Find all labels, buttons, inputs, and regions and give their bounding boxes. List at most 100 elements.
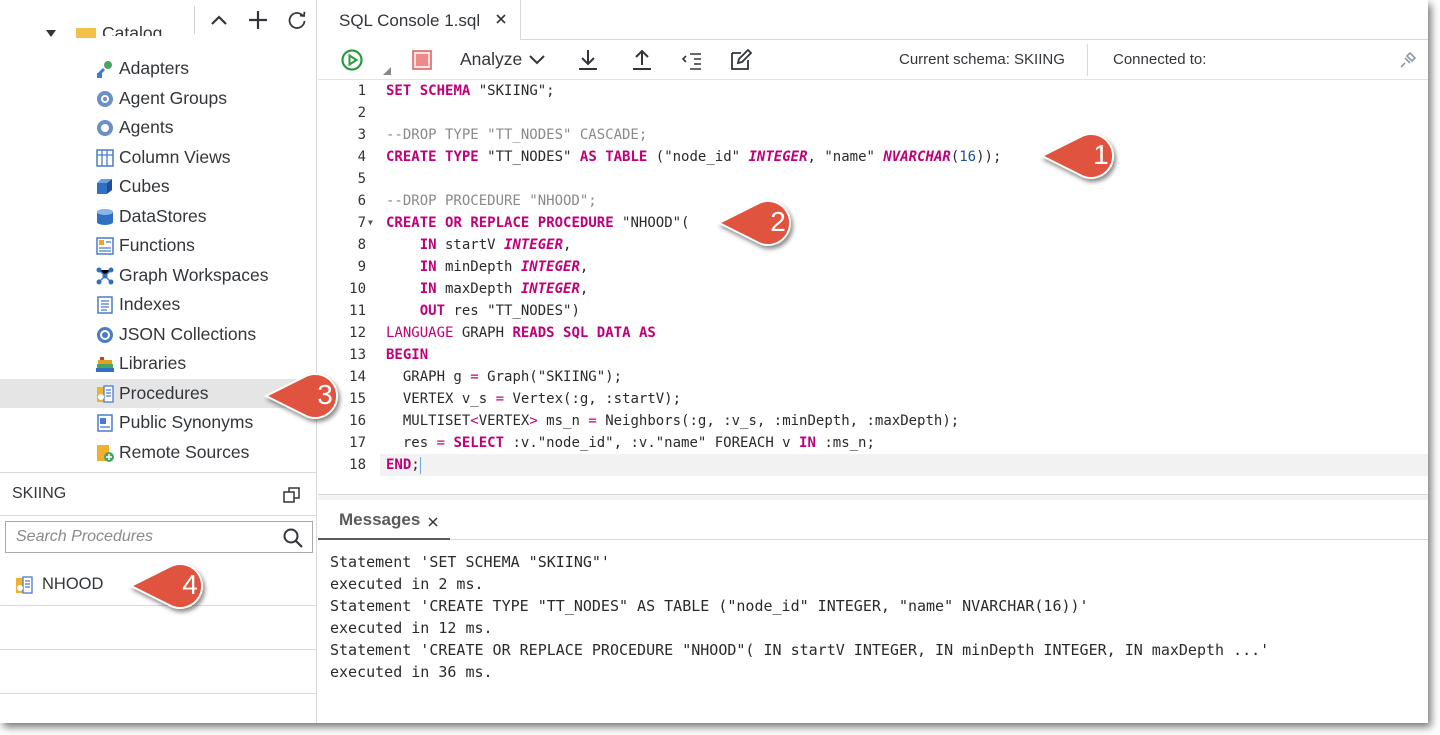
format-code-icon[interactable] [680,48,704,72]
run-menu-arrow-icon[interactable] [382,67,392,75]
code-line: res = SELECT :v."node_id", :v."name" FOR… [402,435,875,451]
tree-item-remote-sources[interactable]: Remote Sources [0,438,316,467]
tree-item-label: Functions [119,235,195,255]
line-number: 1 [357,83,366,99]
line-number: 5 [357,171,366,187]
tree-item-label: DataStores [119,206,207,226]
expand-arrow-icon[interactable] [46,30,56,38]
tree-item-cubes[interactable]: Cubes [0,172,316,201]
line-number: 9 [357,259,366,275]
tree-item-column-views[interactable]: Column Views [0,143,316,172]
callout-marker: 1 [1039,131,1124,181]
tree-item-label: Remote Sources [119,442,250,462]
tree-item-label: Libraries [119,353,187,373]
line-number: 6 [357,193,366,209]
tree-item-label: JSON Collections [119,324,257,344]
sql-editor[interactable]: 1 2 3 4 5 6 7 ▼ 8 9 10 11 12 13 14 15 16… [318,80,1428,494]
code-line: CREATE TYPE "TT_NODES" AS TABLE ("node_i… [386,149,1002,165]
empty-result-row [0,606,316,650]
edit-icon[interactable] [729,48,753,72]
line-number: 10 [349,281,366,297]
line-number: 17 [349,435,366,451]
close-icon[interactable] [428,517,438,527]
analyze-button[interactable]: Analyze [460,49,522,70]
disconnect-icon[interactable] [1398,50,1418,70]
tree-item-label: Agents [119,117,174,137]
procedures-icon [97,384,114,403]
json-collections-icon [97,326,113,343]
tree-item-datastores[interactable]: DataStores [0,202,316,231]
callout-number: 3 [317,379,333,410]
code-line-active: END; [380,454,1428,476]
line-number: 18 [349,457,366,473]
chevron-up-icon [211,15,227,25]
message-line: executed in 12 ms. [330,619,493,637]
toolbar-separator [1087,44,1088,76]
tab-sql-console[interactable]: SQL Console 1.sql [318,0,521,40]
callout-number: 1 [1093,139,1109,170]
stop-icon[interactable] [410,48,434,72]
code-line: OUT res "TT_NODES") [419,303,580,319]
tab-title: SQL Console 1.sql [339,11,481,30]
close-icon[interactable] [494,12,508,26]
tree-item-json-collections[interactable]: JSON Collections [0,320,316,349]
callout-marker: 3 [263,371,348,421]
callout-number: 2 [770,206,786,237]
search-icon[interactable] [282,527,304,549]
agents-icon [97,119,113,136]
line-number: 4 [357,149,366,165]
procedure-icon [16,576,33,594]
line-number: 7 [357,215,366,231]
libraries-icon [96,356,114,372]
schema-label: SKIING [12,485,67,502]
app-window: Catalog Adapters Agent Groups Agents Col… [0,0,1428,723]
open-in-new-window-icon[interactable] [282,485,302,505]
tree-item-agents[interactable]: Agents [0,113,316,142]
tree-item-adapters[interactable]: Adapters [0,54,316,83]
tree-item-label: Adapters [119,58,190,78]
tree-item-label: Column Views [119,147,231,167]
message-line: Statement 'CREATE TYPE "TT_NODES" AS TAB… [330,597,1089,615]
code-line: IN minDepth INTEGER, [419,259,589,275]
agent-groups-icon [97,90,113,107]
run-icon[interactable] [340,48,364,72]
tree-item-catalog[interactable]: Catalog [0,26,316,44]
search-procedures-field[interactable]: Search Procedures [5,521,313,553]
catalog-panel: Catalog Adapters Agent Groups Agents Col… [0,0,317,723]
code-line: SET SCHEMA "SKIING"; [386,83,555,99]
tree-item-agent-groups[interactable]: Agent Groups [0,84,316,113]
download-icon[interactable] [576,48,600,72]
line-number: 3 [357,127,366,143]
tree-item-label: Public Synonyms [119,412,254,432]
editor-area: SQL Console 1.sql Analyze Current schema… [318,0,1428,723]
schema-bar: SKIING [0,472,316,516]
remote-sources-icon [97,444,114,462]
tree-item-graph-workspaces[interactable]: Graph Workspaces [0,261,316,290]
line-number: 8 [357,237,366,253]
message-line: Statement 'CREATE OR REPLACE PROCEDURE "… [330,641,1270,659]
tree-item-label: Catalog [102,26,163,36]
column-views-icon [96,148,114,167]
fold-arrow-icon[interactable]: ▼ [368,212,378,234]
line-number: 2 [357,105,366,121]
indexes-icon [97,295,113,314]
tab-messages[interactable]: Messages [318,500,450,540]
callout-marker: 2 [716,198,801,248]
search-input[interactable]: Search Procedures [16,528,153,546]
tree-item-indexes[interactable]: Indexes [0,290,316,319]
chevron-down-icon[interactable] [528,52,546,66]
tree-item-functions[interactable]: Functions [0,231,316,260]
line-number-gutter: 1 2 3 4 5 6 7 ▼ 8 9 10 11 12 13 14 15 16… [318,80,380,494]
empty-result-row [0,650,316,694]
tree-item-label: Cubes [119,176,170,196]
datastores-icon [97,208,113,225]
code-line: IN startV INTEGER, [419,237,572,253]
upload-icon[interactable] [630,48,654,72]
line-number: 13 [349,347,366,363]
tree-item-label: Indexes [119,294,181,314]
code-line: VERTEX v_s = Vertex(:g, :startV); [402,391,682,407]
editor-tabbar: SQL Console 1.sql [318,0,1428,40]
tree-item-label: Procedures [119,383,209,403]
code-line: --DROP PROCEDURE "NHOOD"; [386,193,597,209]
message-line: Statement 'SET SCHEMA "SKIING"' [330,553,610,571]
